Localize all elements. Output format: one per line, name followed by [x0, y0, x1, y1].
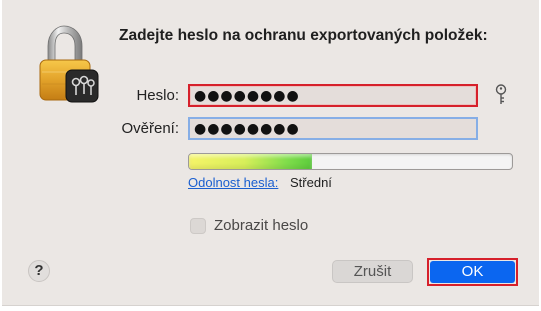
password-strength-link[interactable]: Odolnost hesla: [188, 175, 278, 190]
show-password-label[interactable]: Zobrazit heslo [214, 217, 308, 234]
show-password-checkbox[interactable] [190, 218, 206, 234]
cancel-button[interactable]: Zrušit [332, 260, 413, 283]
verify-password-field[interactable]: ●●●●●●●● [188, 117, 478, 140]
ok-button[interactable]: OK [430, 261, 515, 283]
padlock-keychain-icon [39, 25, 99, 103]
password-strength-meter [188, 153, 513, 170]
verify-label: Ověření: [121, 120, 179, 137]
dialog-title: Zadejte heslo na ochranu exportovaných p… [119, 27, 488, 44]
export-password-dialog: Zadejte heslo na ochranu exportovaných p… [2, 0, 539, 306]
password-label: Heslo: [136, 87, 179, 104]
password-strength-fill [189, 154, 312, 169]
help-button[interactable]: ? [28, 260, 50, 282]
password-strength-value: Střední [290, 175, 332, 190]
password-field[interactable]: ●●●●●●●● [188, 84, 478, 107]
key-icon[interactable] [494, 84, 508, 106]
